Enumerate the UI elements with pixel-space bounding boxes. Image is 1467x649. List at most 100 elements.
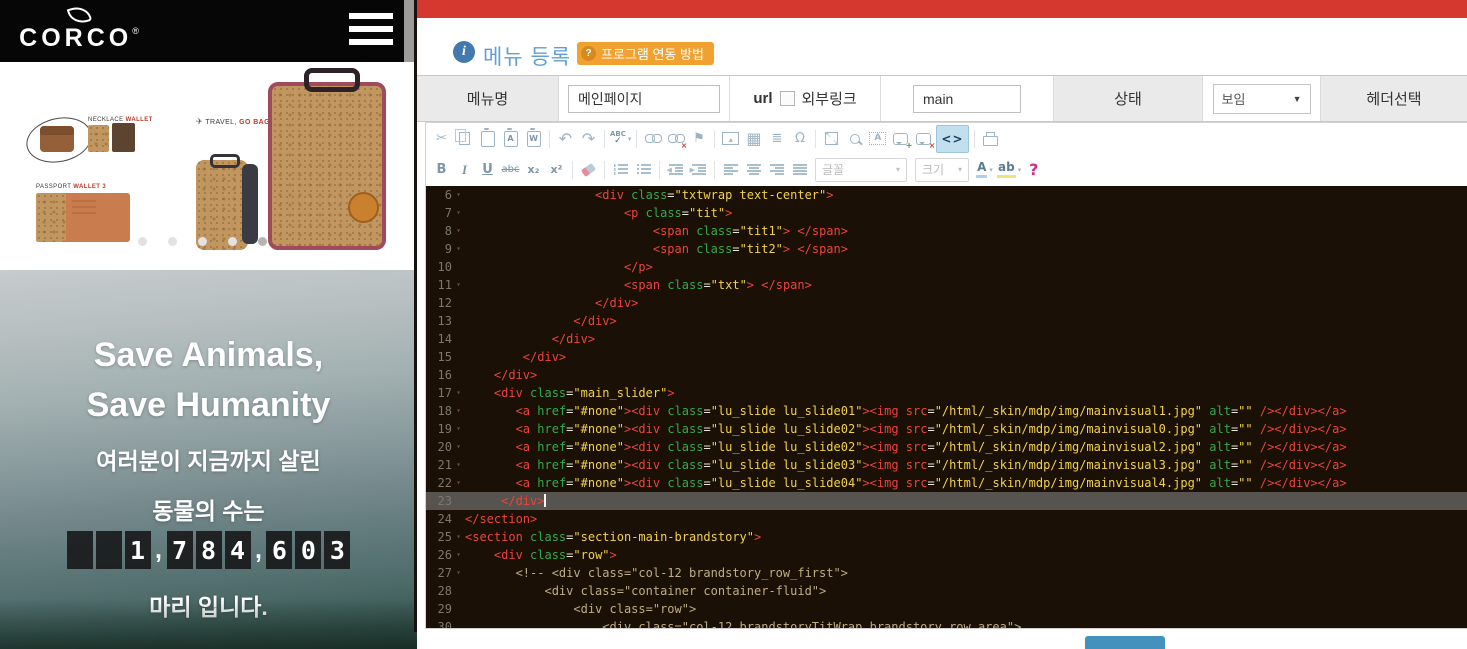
code-line-9[interactable]: 9▾ <span class="tit2"> </span> [426, 240, 1467, 258]
fold-arrow-icon[interactable]: ▾ [452, 402, 465, 420]
paste-word-icon[interactable]: W [523, 127, 544, 151]
line-number: 24 [426, 510, 452, 528]
align-right-icon[interactable] [766, 158, 787, 182]
bulleted-list-icon[interactable] [633, 158, 654, 182]
hamburger-menu-icon[interactable] [349, 13, 393, 47]
code-line-29[interactable]: 29 <div class="row"> [426, 600, 1467, 618]
bg-color-icon[interactable]: ab▾ [997, 158, 1021, 182]
fold-arrow-icon[interactable]: ▾ [452, 438, 465, 456]
outdent-icon[interactable] [665, 158, 686, 182]
code-line-17[interactable]: 17▾ <div class="main_slider"> [426, 384, 1467, 402]
slider-dot[interactable] [168, 237, 177, 246]
table-icon[interactable]: ▦ [743, 127, 764, 151]
code-area[interactable]: 6▾ <div class="txtwrap text-center">7▾ <… [426, 186, 1467, 628]
about-icon[interactable]: ? [1023, 158, 1044, 182]
italic-icon[interactable]: I [454, 158, 475, 182]
preview-scrollbar-thumb[interactable] [404, 0, 414, 62]
strike-icon[interactable]: abc [500, 158, 521, 182]
code-line-13[interactable]: 13 </div> [426, 312, 1467, 330]
fold-arrow-icon[interactable]: ▾ [452, 276, 465, 294]
code-line-21[interactable]: 21▾ <a href="#none"><div class="lu_slide… [426, 456, 1467, 474]
code-line-8[interactable]: 8▾ <span class="tit1"> </span> [426, 222, 1467, 240]
fold-arrow-icon[interactable]: ▾ [452, 564, 465, 582]
underline-icon[interactable]: U [477, 158, 498, 182]
slider-dot[interactable] [198, 237, 207, 246]
site-logo[interactable]: CORCO® [18, 6, 140, 51]
fold-arrow-icon[interactable]: ▾ [452, 384, 465, 402]
indent-icon[interactable] [688, 158, 709, 182]
code-line-10[interactable]: 10 </p> [426, 258, 1467, 276]
anchor-icon[interactable]: ⚑ [688, 127, 709, 151]
paste-text-icon[interactable]: A [500, 127, 521, 151]
font-dropdown[interactable]: 글꼴▾ [815, 158, 907, 182]
add-comment-icon[interactable]: + [890, 127, 911, 151]
product-slider[interactable]: NECKLACE WALLET PASSPORT WALLET 3 ✈ TRAV… [0, 62, 417, 270]
find-icon[interactable] [844, 127, 865, 151]
code-line-14[interactable]: 14 </div> [426, 330, 1467, 348]
bold-icon[interactable]: B [431, 158, 452, 182]
cut-icon[interactable]: ✂ [431, 127, 452, 151]
slider-dot[interactable] [228, 237, 237, 246]
redo-icon[interactable]: ↷ [578, 127, 599, 151]
justify-icon[interactable] [789, 158, 810, 182]
maximize-icon[interactable] [821, 127, 842, 151]
align-left-icon[interactable] [720, 158, 741, 182]
status-select[interactable]: 보임 ▼ [1213, 84, 1311, 114]
fold-arrow-icon[interactable]: ▾ [452, 222, 465, 240]
toolbar-separator [714, 161, 715, 179]
link-icon[interactable] [642, 127, 663, 151]
fold-arrow-icon[interactable]: ▾ [452, 456, 465, 474]
fold-arrow-icon[interactable]: ▾ [452, 528, 465, 546]
fold-arrow-icon[interactable]: ▾ [452, 420, 465, 438]
fold-arrow-icon[interactable]: ▾ [452, 474, 465, 492]
image-icon[interactable]: ▴ [720, 127, 741, 151]
paste-icon[interactable] [477, 127, 498, 151]
fold-arrow-icon[interactable]: ▾ [452, 546, 465, 564]
url-input[interactable] [913, 85, 1021, 113]
external-link-checkbox[interactable] [780, 91, 795, 106]
select-all-icon[interactable]: A [867, 127, 888, 151]
slider-dot[interactable] [258, 237, 267, 246]
numbered-list-icon[interactable] [610, 158, 631, 182]
horizontal-line-icon[interactable]: ≣ [766, 127, 787, 151]
superscript-icon[interactable]: x² [546, 158, 567, 182]
code-line-7[interactable]: 7▾ <p class="tit"> [426, 204, 1467, 222]
code-line-25[interactable]: 25▾<section class="section-main-brandsto… [426, 528, 1467, 546]
fold-arrow-icon[interactable]: ▾ [452, 240, 465, 258]
remove-format-icon[interactable] [578, 158, 599, 182]
text-color-icon[interactable]: A▾ [974, 158, 995, 182]
slider-dot[interactable] [138, 237, 147, 246]
code-line-11[interactable]: 11▾ <span class="txt"> </span> [426, 276, 1467, 294]
subscript-icon[interactable]: x₂ [523, 158, 544, 182]
fold-arrow-icon[interactable]: ▾ [452, 186, 465, 204]
source-icon[interactable]: <> [936, 125, 968, 153]
code-line-30[interactable]: 30 <div class="col-12 brandstoryTitWrap … [426, 618, 1467, 628]
code-line-27[interactable]: 27▾ <!-- <div class="col-12 brandstory_r… [426, 564, 1467, 582]
code-line-22[interactable]: 22▾ <a href="#none"><div class="lu_slide… [426, 474, 1467, 492]
code-line-26[interactable]: 26▾ <div class="row"> [426, 546, 1467, 564]
copy-icon[interactable] [454, 127, 475, 151]
undo-icon[interactable]: ↶ [555, 127, 576, 151]
code-line-24[interactable]: 24</section> [426, 510, 1467, 528]
special-char-icon[interactable]: Ω [789, 127, 810, 151]
remove-comment-icon[interactable]: × [913, 127, 934, 151]
save-button[interactable]: 저장하기 [1085, 636, 1165, 649]
print-icon[interactable] [980, 127, 1001, 151]
spellcheck-icon[interactable]: ABC✓▾ [610, 127, 631, 151]
code-line-6[interactable]: 6▾ <div class="txtwrap text-center"> [426, 186, 1467, 204]
code-line-18[interactable]: 18▾ <a href="#none"><div class="lu_slide… [426, 402, 1467, 420]
unlink-icon[interactable]: × [665, 127, 686, 151]
code-line-20[interactable]: 20▾ <a href="#none"><div class="lu_slide… [426, 438, 1467, 456]
fold-arrow-icon[interactable]: ▾ [452, 204, 465, 222]
code-line-16[interactable]: 16 </div> [426, 366, 1467, 384]
size-dropdown[interactable]: 크기▾ [915, 158, 969, 182]
code-line-19[interactable]: 19▾ <a href="#none"><div class="lu_slide… [426, 420, 1467, 438]
code-line-28[interactable]: 28 <div class="container container-fluid… [426, 582, 1467, 600]
code-line-15[interactable]: 15 </div> [426, 348, 1467, 366]
program-link-help-button[interactable]: ? 프로그램 연동 방법 [577, 42, 714, 65]
chevron-down-icon: ▼ [1293, 94, 1302, 104]
code-line-23[interactable]: 23 </div> [426, 492, 1467, 510]
code-line-12[interactable]: 12 </div> [426, 294, 1467, 312]
align-center-icon[interactable] [743, 158, 764, 182]
menu-name-input[interactable] [568, 85, 720, 113]
